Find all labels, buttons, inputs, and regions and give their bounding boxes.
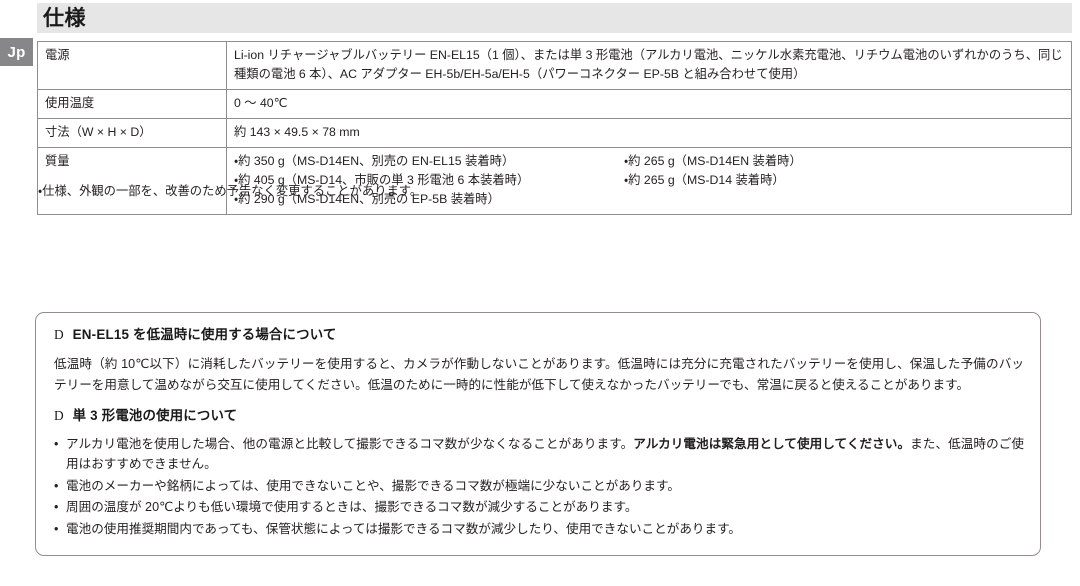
spec-value-text: Li-ion リチャージャブルバッテリー EN-EL15（1 個）、または単 3… <box>234 48 1063 82</box>
list-item-text-bold: アルカリ電池は緊急用として使用してください。 <box>633 437 911 451</box>
spec-value-temperature: 0 〜 40℃ <box>226 89 1072 120</box>
spec-label-text: 質量 <box>45 154 70 169</box>
list-item-text-before: 電池のメーカーや銘柄によっては、使用できないことや、撮影できるコマ数が極端に少な… <box>66 478 680 493</box>
caution-heading-2: D 単 3 形電池の使用について <box>54 406 1024 426</box>
spec-label-temperature: 使用温度 <box>37 89 227 120</box>
spec-value-text: 0 〜 40℃ <box>234 96 288 111</box>
list-item: • 周囲の温度が 20℃よりも低い環境で使用するときは、撮影できるコマ数が減少する… <box>54 497 1024 517</box>
language-tab-jp: Jp <box>0 38 33 66</box>
spec-value-text: 約 143 × 49.5 × 78 mm <box>234 125 360 140</box>
list-item-text-before: アルカリ電池を使用した場合、他の電源と比較して撮影できるコマ数が少なくなることが… <box>66 437 634 451</box>
bullet-icon: • <box>54 437 59 451</box>
bullet-icon: • <box>54 478 59 493</box>
spec-label-dimensions: 寸法（W × H × D） <box>37 118 227 149</box>
caution-heading-1: D EN-EL15 を低温時に使用する場合について <box>54 325 1024 345</box>
bullet-icon: • <box>54 521 59 536</box>
document-page: Jp 仕様 電源 Li-ion リチャージャブルバッテリー EN-EL15（1 … <box>0 0 1080 586</box>
spec-value-power: Li-ion リチャージャブルバッテリー EN-EL15（1 個）、または単 3… <box>226 40 1072 91</box>
weight-item: ・約 265 g（MS-D14EN 装着時） <box>624 154 802 169</box>
section-header-band: 仕様 <box>37 3 1072 33</box>
weight-columns: ・約 350 g（MS-D14EN、別売の EN-EL15 装着時） ・約 40… <box>234 152 1064 209</box>
weight-column-left: ・約 350 g（MS-D14EN、別売の EN-EL15 装着時） ・約 40… <box>234 152 624 209</box>
bullet-icon: • <box>54 500 59 515</box>
page-title: 仕様 <box>43 6 86 30</box>
table-footnote: ・仕様、外観の一部を、改善のため予告なく変更することがあります。 <box>38 184 423 198</box>
caution-bullet-list: • アルカリ電池を使用した場合、他の電源と比較して撮影できるコマ数が少なくなること… <box>54 434 1024 539</box>
caution-marker-icon: D <box>54 407 64 423</box>
list-item: • 電池のメーカーや銘柄によっては、使用できないことや、撮影できるコマ数が極端に少… <box>54 476 1024 496</box>
list-item-text-before: 電池の使用推奨期間内であっても、保管状態によっては撮影できるコマ数が減少したり、… <box>66 521 742 536</box>
caution-heading-1-text: EN-EL15 を低温時に使用する場合について <box>72 327 337 342</box>
spec-label-text: 使用温度 <box>45 96 95 111</box>
caution-marker-icon: D <box>54 327 64 342</box>
table-row: 寸法（W × H × D） 約 143 × 49.5 × 78 mm <box>37 118 1072 149</box>
spec-label-power: 電源 <box>37 40 227 91</box>
caution-box: D EN-EL15 を低温時に使用する場合について 低温時（約 10℃以下）に消… <box>35 312 1041 556</box>
weight-item: ・約 265 g（MS-D14 装着時） <box>624 173 785 188</box>
language-tab-label: Jp <box>7 43 26 61</box>
spec-label-text: 電源 <box>45 48 70 62</box>
caution-heading-2-text: 単 3 形電池の使用について <box>72 407 238 423</box>
list-item: • 電池の使用推奨期間内であっても、保管状態によっては撮影できるコマ数が減少したり… <box>54 519 1024 539</box>
spec-label-text: 寸法（W × H × D） <box>45 125 152 140</box>
list-item-text-before: 周囲の温度が 20℃よりも低い環境で使用するときは、撮影できるコマ数が減少するこ… <box>66 500 638 515</box>
list-item: • アルカリ電池を使用した場合、他の電源と比較して撮影できるコマ数が少なくなること… <box>54 434 1024 475</box>
weight-item: ・約 350 g（MS-D14EN、別売の EN-EL15 装着時） <box>234 154 515 169</box>
table-row: 使用温度 0 〜 40℃ <box>37 89 1072 120</box>
table-row: 電源 Li-ion リチャージャブルバッテリー EN-EL15（1 個）、または… <box>37 40 1072 91</box>
caution-paragraph-1: 低温時（約 10℃以下）に消耗したバッテリーを使用すると、カメラが作動しないこと… <box>54 357 1024 392</box>
spec-value-dimensions: 約 143 × 49.5 × 78 mm <box>226 118 1072 149</box>
weight-column-right: ・約 265 g（MS-D14EN 装着時） ・約 265 g（MS-D14 装… <box>624 152 1064 209</box>
